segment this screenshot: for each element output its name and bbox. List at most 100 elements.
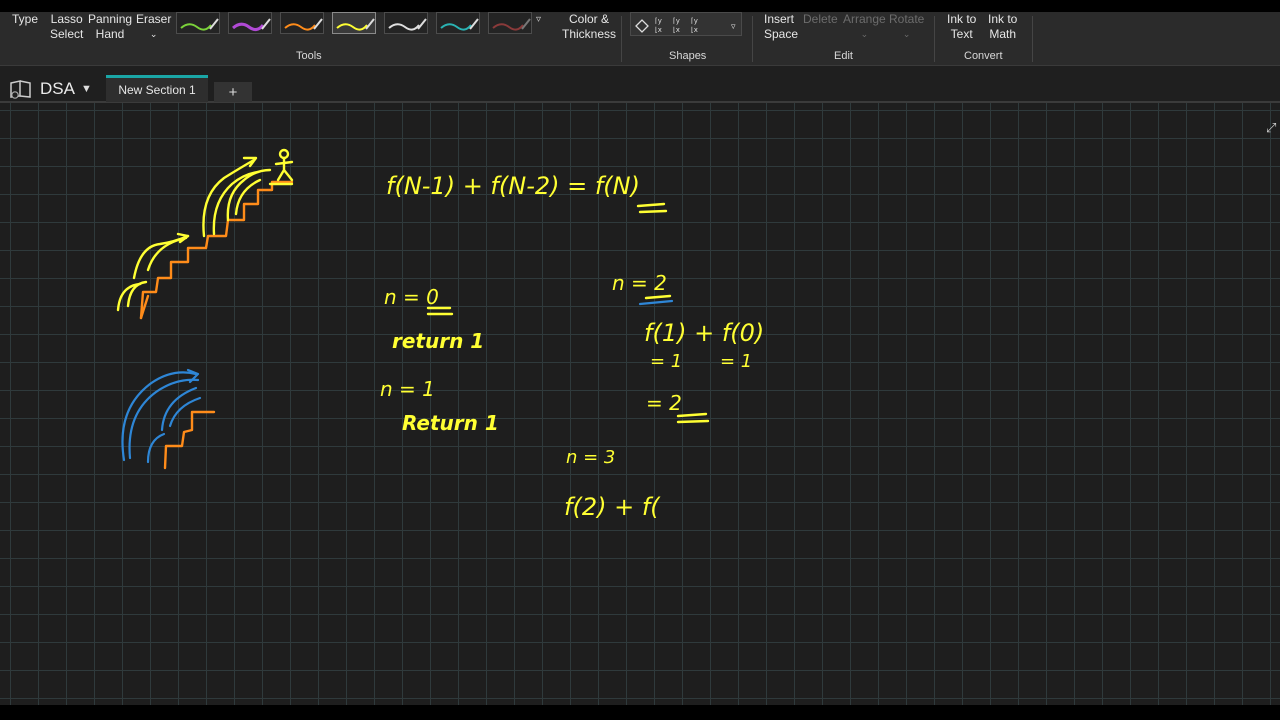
rotate-button[interactable]: Rotate ⌄ [889,12,924,42]
panning-hand-button[interactable]: Panning Hand [88,12,132,42]
return-1-a: return 1 [392,329,485,353]
chevron-down-icon: ⌄ [902,29,911,39]
add-section-button[interactable]: + [214,82,252,102]
chevron-down-icon: ⌄ [149,29,158,39]
ink-to-label: Ink to [947,12,977,26]
color-label: Color & [569,12,610,26]
eraser-button[interactable]: Eraser ⌄ [136,12,171,42]
pen-teal[interactable] [436,12,480,34]
eraser-label: Eraser [136,12,172,26]
pen-orange[interactable] [280,12,324,34]
group-divider [934,16,935,62]
pen-white[interactable] [384,12,428,34]
svg-text:⌊x: ⌊x [655,26,662,34]
chevron-down-icon: ⌄ [860,29,869,39]
ink-to-math-button[interactable]: Ink to Math [988,12,1017,42]
jump-arc [202,158,256,238]
tab-label: New Section 1 [118,83,196,97]
equals-2: = 2 [646,391,682,415]
panning-label-2: Hand [95,27,125,41]
lasso-label-2: Select [50,27,84,41]
arrange-label: Arrange [843,12,886,26]
underline [644,294,672,300]
insert-label: Insert [764,12,795,26]
shapes-icons: ⌈y ⌊x ⌈y ⌊x ⌈y ⌊x ▿ [635,17,736,34]
pen-stroke-icon [492,18,531,31]
pen-purple[interactable] [228,12,272,34]
delete-label: Delete [803,12,838,26]
f1-plus-f0: f(1) + f(0) [644,319,765,347]
pen-yellow-selected[interactable] [332,12,376,34]
blue-underline [638,299,674,306]
base-case-n0: n = 0 [384,285,439,309]
text-label: Text [950,27,973,41]
color-thickness-button[interactable]: Color & Thickness [562,12,616,42]
insert-space-button[interactable]: Insert Space [764,12,798,42]
panning-label: Panning [88,12,133,26]
return-1-b: Return 1 [402,411,499,435]
recurrence-equation: f(N-1) + f(N-2) = f(N) [386,172,640,200]
group-divider [1032,16,1033,62]
pen-dark-red[interactable] [488,12,532,34]
blue-jump-arc [146,432,166,464]
plus-icon: + [228,83,238,101]
blue-jump-arc [121,371,198,462]
pen-stroke-icon [284,18,323,31]
arrange-button[interactable]: Arrange ⌄ [843,12,886,42]
equals-1-b: = 1 [720,351,753,372]
type-label: Type [12,12,39,26]
underline [676,412,710,424]
convert-group-label: Convert [964,50,1003,62]
expand-icon[interactable]: ⤢ [1266,120,1276,136]
gallery-more-icon[interactable]: ▿ [536,14,541,25]
case-n3: n = 3 [566,447,616,468]
shapes-group-label: Shapes [669,50,707,62]
notebook-icon [10,80,31,99]
draw-ribbon: Type Lasso Select Panning Hand Eraser ⌄ [0,12,1280,66]
case-n2: n = 2 [612,271,667,295]
thickness-label: Thickness [562,27,617,41]
pen-stroke-icon [440,18,479,31]
space-label: Space [764,27,799,41]
pen-stroke-icon [336,18,375,31]
pen-stroke-icon [232,18,271,32]
delete-button[interactable]: Delete [803,12,838,27]
pen-stroke-icon [388,18,427,31]
equals-1-a: = 1 [650,351,683,372]
window-bottom-edge [0,705,1280,720]
svg-text:⌈y: ⌈y [673,17,680,25]
caret-down-icon: ▼ [80,83,92,95]
math-label: Math [989,27,1017,41]
svg-text:⌈y: ⌈y [691,17,698,25]
type-button[interactable]: Type [12,12,38,27]
notebook-picker[interactable]: DSA ▼ [8,76,92,102]
svg-text:▿: ▿ [731,22,736,32]
group-divider [621,16,622,62]
group-divider [752,16,753,62]
rotate-label: Rotate [889,12,925,26]
shapes-gallery[interactable]: ⌈y ⌊x ⌈y ⌊x ⌈y ⌊x ▿ [630,12,742,36]
svg-text:⌊x: ⌊x [673,26,680,34]
tab-new-section-1[interactable]: New Section 1 [106,75,208,102]
ink-to-label: Ink to [988,12,1018,26]
svg-text:⌈y: ⌈y [655,17,662,25]
pen-green[interactable] [176,12,220,34]
edit-group-label: Edit [834,50,853,62]
lasso-label: Lasso [50,12,83,26]
pen-stroke-icon [180,18,219,31]
window-top-edge [0,0,1280,12]
notebook-name: DSA [40,79,75,98]
pen-gallery: ▿ [176,12,546,34]
ink-drawings [116,148,710,470]
tools-group-label: Tools [296,50,322,62]
stick-figure [268,156,294,186]
lasso-select-button[interactable]: Lasso Select [50,12,83,42]
svg-text:⌊x: ⌊x [691,26,698,34]
base-case-n1: n = 1 [380,377,435,401]
note-canvas[interactable]: f(N-1) + f(N-2) = f(N) n = 0 return 1 n … [0,103,1280,705]
jump-arc [226,168,272,222]
f2-plus-f: f(2) + f( [564,493,660,521]
staircase-top [139,180,294,320]
ink-to-text-button[interactable]: Ink to Text [947,12,976,42]
underline [636,202,668,214]
